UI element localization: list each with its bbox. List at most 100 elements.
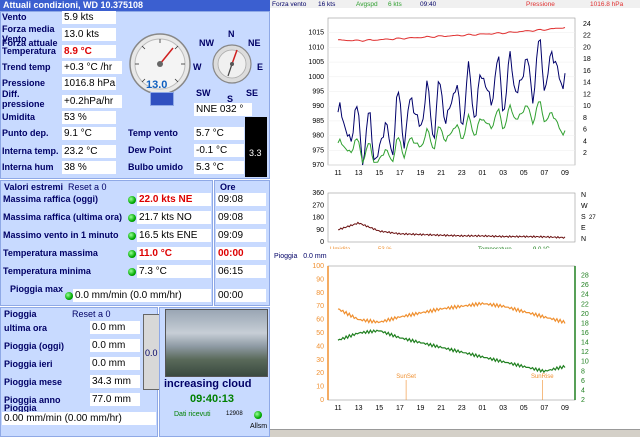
extreme-time: 09:08 <box>216 193 266 206</box>
y-tick-left: 1000 <box>308 74 324 81</box>
rain-reset[interactable]: Reset a 0 <box>72 309 111 319</box>
sunset-label: SunSet <box>396 374 416 380</box>
rain-max-value: 0.0 mm/min (0.0 mm/hr) <box>73 289 211 302</box>
extremes-ore: Ore <box>220 182 236 192</box>
extreme-label: Massima raffica (oggi) <box>3 194 99 204</box>
x-tick: 17 <box>396 170 404 177</box>
clock: 09:40:13 <box>190 393 235 405</box>
extreme-value: 11.0 °C <box>137 247 211 260</box>
alarm-label: Allsm <box>250 423 268 430</box>
y-tick-left: 0 <box>320 397 324 404</box>
extreme-value: 22.0 kts NE <box>137 193 211 206</box>
rain-gauge-value: 0.0 <box>145 348 158 358</box>
legend-time: 09:40 <box>420 1 437 8</box>
rain-title: Pioggia <box>4 309 37 319</box>
received-count: 12908 <box>226 411 243 417</box>
rain-value: 34.3 mm <box>90 375 140 388</box>
dir-side-label: E <box>581 225 586 232</box>
y-tick-right: 6 <box>583 127 587 134</box>
x-tick: 01 <box>479 170 487 177</box>
extreme-indicator <box>128 232 136 240</box>
x-tick: 15 <box>375 405 383 412</box>
rain-max-label: Pioggia max <box>10 284 64 294</box>
y-tick-right: 2 <box>581 397 585 404</box>
dir-side-label: S <box>581 214 586 221</box>
extra-value: -0.1 °C <box>194 144 244 157</box>
y-tick-right: 16 <box>583 68 591 75</box>
y-tick-right: 10 <box>581 359 589 366</box>
x-tick: 11 <box>334 170 341 177</box>
y-tick-right: 4 <box>583 138 587 145</box>
legend-pressure-value: 1016.8 hPa <box>590 1 624 8</box>
forecast-text: increasing cloud <box>164 378 252 390</box>
y-tick-right: 2 <box>583 150 587 157</box>
y-tick-left: 980 <box>312 133 324 140</box>
y-tick-right: 6 <box>581 378 585 385</box>
current-value: 38 % <box>62 161 116 174</box>
panel-title: Attuali condizioni, WD 10.375108 <box>0 0 270 11</box>
extreme-indicator <box>128 214 136 222</box>
y-tick-left: 985 <box>312 118 324 125</box>
y-tick-right: 4 <box>581 387 585 394</box>
extreme-indicator <box>128 250 136 258</box>
current-label: Temperatura <box>2 46 56 56</box>
alarm-indicator[interactable] <box>254 411 262 419</box>
y-tick-right: 14 <box>581 340 589 347</box>
legend-temperature: Temperature <box>478 247 512 249</box>
current-label: Vento <box>2 12 27 22</box>
x-tick: 05 <box>520 405 528 412</box>
y-tick: 270 <box>312 202 324 209</box>
current-value: 8.9 °C <box>62 45 116 58</box>
extreme-time: 06:15 <box>216 265 266 278</box>
legend-pressure: Pressione <box>526 1 555 8</box>
y-tick-right: 26 <box>581 282 589 289</box>
compass-ne: NE <box>248 38 261 48</box>
charts-area: Forza vento 16 kts Avgspd 6 kts 09:40 Pressio… <box>270 0 640 437</box>
y-tick-left: 100 <box>312 263 324 270</box>
current-label: Pressione <box>2 78 46 88</box>
extremes-title: Valori estremi <box>4 182 64 192</box>
y-tick-right: 22 <box>581 301 589 308</box>
wind-direction-chart: 360270180900NWSEN27Umidita53 %Temperatur… <box>312 190 596 249</box>
rain-value: 0.0 mm <box>90 339 140 352</box>
current-value: 9.1 °C <box>62 127 116 140</box>
y-tick-right: 16 <box>581 330 589 337</box>
extreme-label: Massimo vento in 1 minuto <box>3 230 119 240</box>
y-tick-left: 30 <box>316 357 324 364</box>
x-tick: 21 <box>437 170 445 177</box>
compass-sw: SW <box>196 88 211 98</box>
rain-value: 77.0 mm <box>90 393 140 406</box>
wind-direction-compass <box>212 44 252 84</box>
rain-label: Pioggia (oggi) <box>4 341 64 351</box>
x-tick: 13 <box>355 405 363 412</box>
current-value: 1016.8 hPa <box>62 77 116 90</box>
extra-value: 5.7 °C <box>194 127 244 140</box>
y-tick-left: 995 <box>312 89 324 96</box>
compass-e: E <box>257 62 264 72</box>
rain-max-indicator <box>65 292 73 300</box>
current-value: +0.3 °C /hr <box>62 61 122 74</box>
y-tick-right: 10 <box>583 103 591 110</box>
dir-side-label: N <box>581 236 586 243</box>
y-tick-left: 10 <box>316 384 324 391</box>
x-tick: 17 <box>396 405 404 412</box>
rain-label: ultima ora <box>4 323 48 333</box>
y-tick-left: 1015 <box>308 30 324 37</box>
y-tick-left: 1005 <box>308 59 324 66</box>
rain-max-time: 00:00 <box>216 289 266 302</box>
compass-se: SE <box>246 88 259 98</box>
extremes-reset[interactable]: Reset a 0 <box>68 182 107 192</box>
x-tick: 07 <box>540 170 548 177</box>
y-tick-right: 22 <box>583 33 591 40</box>
y-tick: 0 <box>320 239 324 246</box>
extra-label: Bulbo umido <box>128 162 183 172</box>
x-tick: 23 <box>458 170 466 177</box>
current-label: Trend temp <box>2 62 51 72</box>
x-tick: 23 <box>458 405 466 412</box>
x-tick: 05 <box>520 170 528 177</box>
extreme-label: Temperatura massima <box>3 248 98 258</box>
humidity-temperature-chart: 1009080706050403020100282624222018161412… <box>312 263 589 412</box>
y-tick-right: 20 <box>583 44 591 51</box>
extreme-indicator <box>128 196 136 204</box>
bottom-scrollbar[interactable] <box>270 429 640 437</box>
